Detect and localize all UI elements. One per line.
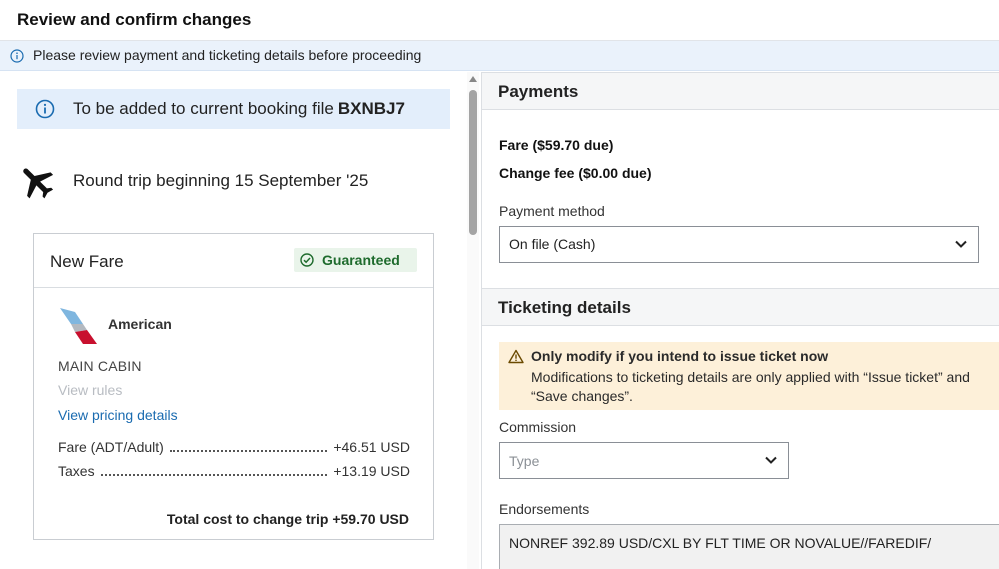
airline-name: American [108, 316, 172, 332]
view-pricing-details-link[interactable]: View pricing details [58, 407, 178, 423]
page-header: Review and confirm changes [0, 0, 999, 41]
payment-method-value: On file (Cash) [509, 236, 596, 252]
booking-code: BXNBJ7 [337, 99, 405, 118]
payment-method-select[interactable]: On file (Cash) [499, 226, 979, 263]
trip-summary-panel: To be added to current booking file BXNBJ… [0, 72, 466, 569]
total-cost: Total cost to change trip +59.70 USD [166, 511, 409, 527]
fare-line-label: Fare (ADT/Adult) [58, 439, 164, 455]
info-icon [35, 99, 55, 119]
commission-type-placeholder: Type [509, 453, 540, 469]
info-icon [10, 49, 24, 63]
trip-description: Round trip beginning 15 September '25 [73, 171, 369, 190]
plane-icon [23, 168, 54, 199]
page-title: Review and confirm changes [17, 10, 252, 29]
fare-line-amount: +46.51 USD [333, 439, 410, 455]
warning-icon [508, 349, 524, 364]
view-rules-link: View rules [58, 382, 123, 398]
cabin-class: MAIN CABIN [58, 358, 142, 374]
fare-due: Fare ($59.70 due) [499, 137, 614, 153]
fare-card-title: New Fare [50, 252, 124, 271]
leader-dots [169, 450, 328, 452]
payments-title: Payments [498, 82, 579, 101]
fare-card-header: New Fare Guaranteed [34, 234, 433, 288]
fare-line: Fare (ADT/Adult) +46.51 USD [58, 439, 410, 457]
guaranteed-badge: Guaranteed [294, 248, 417, 272]
ticketing-section-header: Ticketing details [482, 288, 999, 326]
leader-dots [100, 474, 328, 476]
booking-file-label: To be added to current booking file [73, 99, 334, 118]
scroll-up-arrow-icon[interactable] [469, 76, 477, 82]
chevron-down-icon [765, 456, 777, 464]
banner-text: Please review payment and ticketing deta… [33, 47, 422, 63]
commission-type-select[interactable]: Type [499, 442, 789, 479]
endorsements-field[interactable]: NONREF 392.89 USD/CXL BY FLT TIME OR NOV… [499, 524, 999, 569]
left-panel-scrollbar[interactable] [467, 72, 479, 569]
endorsements-value: NONREF 392.89 USD/CXL BY FLT TIME OR NOV… [509, 535, 932, 551]
change-fee: Change fee ($0.00 due) [499, 165, 652, 181]
payment-method-label: Payment method [499, 203, 605, 219]
taxes-line-amount: +13.19 USD [333, 463, 410, 479]
payment-ticketing-panel: Payments Fare ($59.70 due) Change fee ($… [481, 72, 999, 569]
payments-section-header: Payments [482, 72, 999, 110]
new-fare-card: New Fare Guaranteed American MAIN CABIN … [33, 233, 434, 540]
check-circle-icon [300, 253, 314, 267]
ticketing-title: Ticketing details [498, 298, 631, 317]
guaranteed-label: Guaranteed [322, 252, 400, 268]
chevron-down-icon [955, 240, 967, 248]
info-banner: Please review payment and ticketing deta… [0, 41, 999, 71]
ticketing-warning: Only modify if you intend to issue ticke… [499, 342, 999, 410]
warning-title: Only modify if you intend to issue ticke… [531, 348, 829, 364]
scroll-thumb[interactable] [469, 90, 477, 235]
warning-body: Modifications to ticketing details are o… [531, 369, 970, 404]
booking-file-notice: To be added to current booking file BXNBJ… [17, 89, 450, 129]
endorsements-label: Endorsements [499, 501, 590, 517]
american-airlines-logo [60, 308, 97, 344]
booking-file-text: To be added to current booking file BXNBJ… [73, 99, 405, 119]
taxes-line: Taxes +13.19 USD [58, 463, 410, 481]
commission-label: Commission [499, 419, 577, 435]
taxes-line-label: Taxes [58, 463, 95, 479]
